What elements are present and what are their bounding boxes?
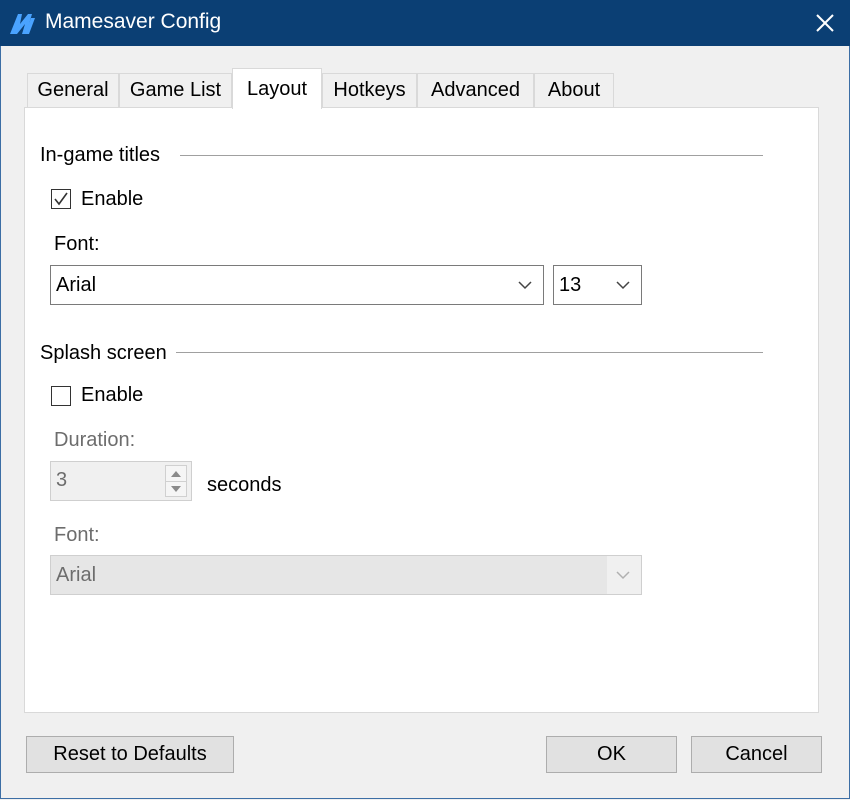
tab-game-list[interactable]: Game List: [119, 73, 232, 107]
ok-button[interactable]: OK: [546, 736, 677, 773]
chevron-down-icon: [518, 281, 532, 290]
reset-button-label: Reset to Defaults: [53, 743, 207, 765]
ingame-font-size-select[interactable]: 13: [553, 265, 642, 305]
ingame-enable-label[interactable]: Enable: [81, 188, 143, 211]
tab-label: Layout: [246, 77, 308, 100]
splash-screen-divider: [176, 352, 763, 353]
duration-stepper[interactable]: 3: [50, 461, 192, 501]
stepper-down-button[interactable]: [166, 481, 186, 496]
close-button[interactable]: [800, 0, 850, 46]
cancel-button[interactable]: Cancel: [691, 736, 822, 773]
caret-down-icon: [171, 485, 181, 492]
stepper-up-button[interactable]: [166, 466, 186, 482]
caret-up-icon: [171, 470, 181, 477]
ingame-font-value: Arial: [56, 274, 97, 296]
tab-label: About: [547, 79, 601, 101]
ingame-enable-checkbox[interactable]: [51, 189, 71, 209]
chevron-down-icon: [616, 281, 630, 290]
seconds-label: seconds: [207, 474, 282, 496]
splash-enable-checkbox[interactable]: [51, 386, 71, 406]
mamesaver-logo-icon: [10, 14, 35, 34]
tab-layout[interactable]: Layout: [232, 68, 322, 109]
splash-font-label: Font:: [54, 524, 100, 546]
ingame-titles-divider: [180, 155, 763, 156]
ok-button-label: OK: [597, 743, 626, 765]
ingame-titles-group-label: In-game titles: [40, 144, 161, 166]
chevron-down-icon: [616, 571, 630, 580]
tab-general[interactable]: General: [27, 73, 119, 107]
splash-font-field: [51, 556, 607, 594]
ingame-font-select[interactable]: Arial: [50, 265, 544, 305]
tab-advanced[interactable]: Advanced: [417, 73, 534, 107]
tab-hotkeys[interactable]: Hotkeys: [322, 73, 417, 107]
tab-label: General: [37, 79, 109, 101]
close-icon: [816, 14, 834, 32]
title-bar[interactable]: Mamesaver Config: [0, 0, 850, 46]
splash-screen-group-label: Splash screen: [40, 342, 167, 364]
window-title: Mamesaver Config: [45, 10, 222, 33]
duration-value: 3: [56, 469, 68, 491]
duration-stepper-buttons: [165, 465, 187, 497]
ingame-font-size-value: 13: [559, 274, 582, 296]
cancel-button-label: Cancel: [725, 743, 788, 765]
tab-label: Game List: [129, 79, 222, 101]
reset-to-defaults-button[interactable]: Reset to Defaults: [26, 736, 234, 773]
tab-label: Hotkeys: [333, 79, 406, 101]
duration-label: Duration:: [54, 429, 136, 451]
splash-font-select[interactable]: Arial: [50, 555, 642, 595]
ingame-font-label: Font:: [54, 233, 100, 255]
splash-enable-label[interactable]: Enable: [81, 384, 143, 407]
checkmark-icon: [54, 192, 68, 206]
tab-label: Advanced: [431, 79, 520, 101]
tab-about[interactable]: About: [534, 73, 614, 107]
splash-font-value: Arial: [56, 564, 97, 586]
